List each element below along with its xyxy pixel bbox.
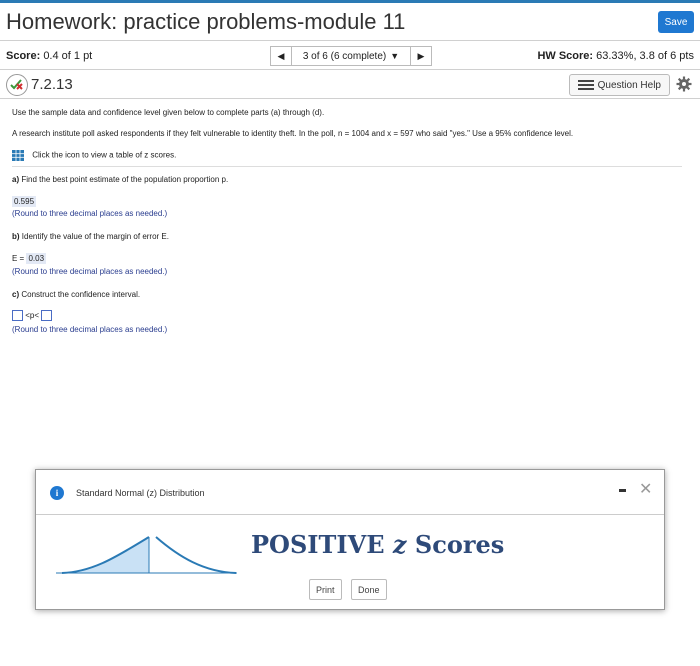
part-c-text: Construct the confidence interval.: [21, 290, 141, 299]
z-table-link[interactable]: Click the icon to view a table of z scor…: [12, 150, 176, 161]
score-bar: Score: 0.4 of 1 pt ◀ 3 of 6 (6 complete)…: [0, 42, 700, 70]
part-c-hint: (Round to three decimal places as needed…: [12, 325, 168, 334]
previous-question-button[interactable]: ◀: [270, 46, 292, 66]
hw-score-value: 63.33%, 3.8 of 6 pts: [596, 50, 694, 62]
score-label: Score:: [6, 50, 41, 62]
save-button[interactable]: Save: [658, 11, 694, 33]
question-select-text: 3 of 6 (6 complete): [302, 50, 387, 62]
question-header: 7.2.13 Question Help: [0, 71, 700, 99]
question-navigator: ◀ 3 of 6 (6 complete) ▼ ▶: [270, 46, 432, 66]
divider: [12, 166, 682, 167]
hw-score: HW Score: 63.33%, 3.8 of 6 pts: [537, 50, 694, 62]
triangle-right-icon: ▶: [417, 50, 425, 61]
part-b-answer-row: E = 0.03: [12, 253, 47, 264]
hw-score-label: HW Score:: [537, 50, 594, 62]
heading-z: z: [392, 530, 407, 559]
next-question-button[interactable]: ▶: [410, 46, 432, 66]
gear-icon[interactable]: [676, 76, 692, 92]
score-value: 0.4 of 1 pt: [43, 50, 93, 62]
dialog-divider: [36, 514, 664, 515]
minimize-button[interactable]: [619, 489, 626, 492]
part-b-prefix: E =: [12, 254, 25, 263]
part-a-answer-row: 0.595: [12, 196, 37, 207]
part-c-label: c): [12, 290, 20, 299]
part-a-prompt: a) Find the best point estimate of the p…: [12, 175, 228, 184]
question-help-button[interactable]: Question Help: [568, 74, 670, 96]
part-b-label: b): [12, 232, 20, 241]
print-button[interactable]: Print: [309, 579, 342, 600]
info-icon: i: [50, 486, 64, 500]
part-c-inequality: <p<: [25, 311, 40, 320]
problem-statement: A research institute poll asked responde…: [12, 129, 574, 138]
close-icon[interactable]: ✕: [639, 479, 652, 499]
z-distribution-dialog: i Standard Normal (z) Distribution ✕ POS…: [35, 469, 665, 610]
normal-curve-image: [56, 536, 237, 574]
part-a-hint: (Round to three decimal places as needed…: [12, 209, 168, 218]
page-title: Homework: practice problems-module 11: [6, 9, 406, 34]
dialog-heading: POSITIVE z Scores: [251, 530, 504, 559]
title-bar: Homework: practice problems-module 11 Sa…: [0, 3, 700, 41]
dialog-title: Standard Normal (z) Distribution: [76, 488, 205, 498]
partial-credit-icon: [6, 74, 28, 96]
lower-bound-input[interactable]: [12, 310, 23, 321]
triangle-left-icon: ◀: [277, 50, 285, 61]
done-button[interactable]: Done: [351, 579, 387, 600]
triangle-down-icon: ▼: [390, 51, 400, 61]
heading-main: POSITIVE: [251, 530, 393, 559]
part-c-answer-row: <p<: [12, 310, 53, 321]
z-table-link-text: Click the icon to view a table of z scor…: [32, 150, 177, 160]
part-b-answer[interactable]: 0.03: [26, 253, 47, 264]
table-icon[interactable]: [12, 150, 24, 161]
part-b-text: Identify the value of the margin of erro…: [21, 232, 169, 241]
instructions: Use the sample data and confidence level…: [12, 108, 325, 117]
part-a-text: Find the best point estimate of the popu…: [21, 175, 229, 184]
question-help-label: Question Help: [597, 79, 661, 91]
question-number: 7.2.13: [31, 76, 73, 93]
upper-bound-input[interactable]: [41, 310, 53, 321]
part-b-prompt: b) Identify the value of the margin of e…: [12, 232, 169, 241]
question-select[interactable]: 3 of 6 (6 complete) ▼: [292, 46, 410, 66]
part-b-hint: (Round to three decimal places as needed…: [12, 267, 168, 276]
part-a-label: a): [12, 175, 20, 184]
part-a-answer[interactable]: 0.595: [12, 196, 37, 207]
list-icon: [577, 80, 594, 90]
score: Score: 0.4 of 1 pt: [6, 50, 92, 62]
part-c-prompt: c) Construct the confidence interval.: [12, 290, 140, 299]
heading-tail: Scores: [406, 530, 505, 559]
